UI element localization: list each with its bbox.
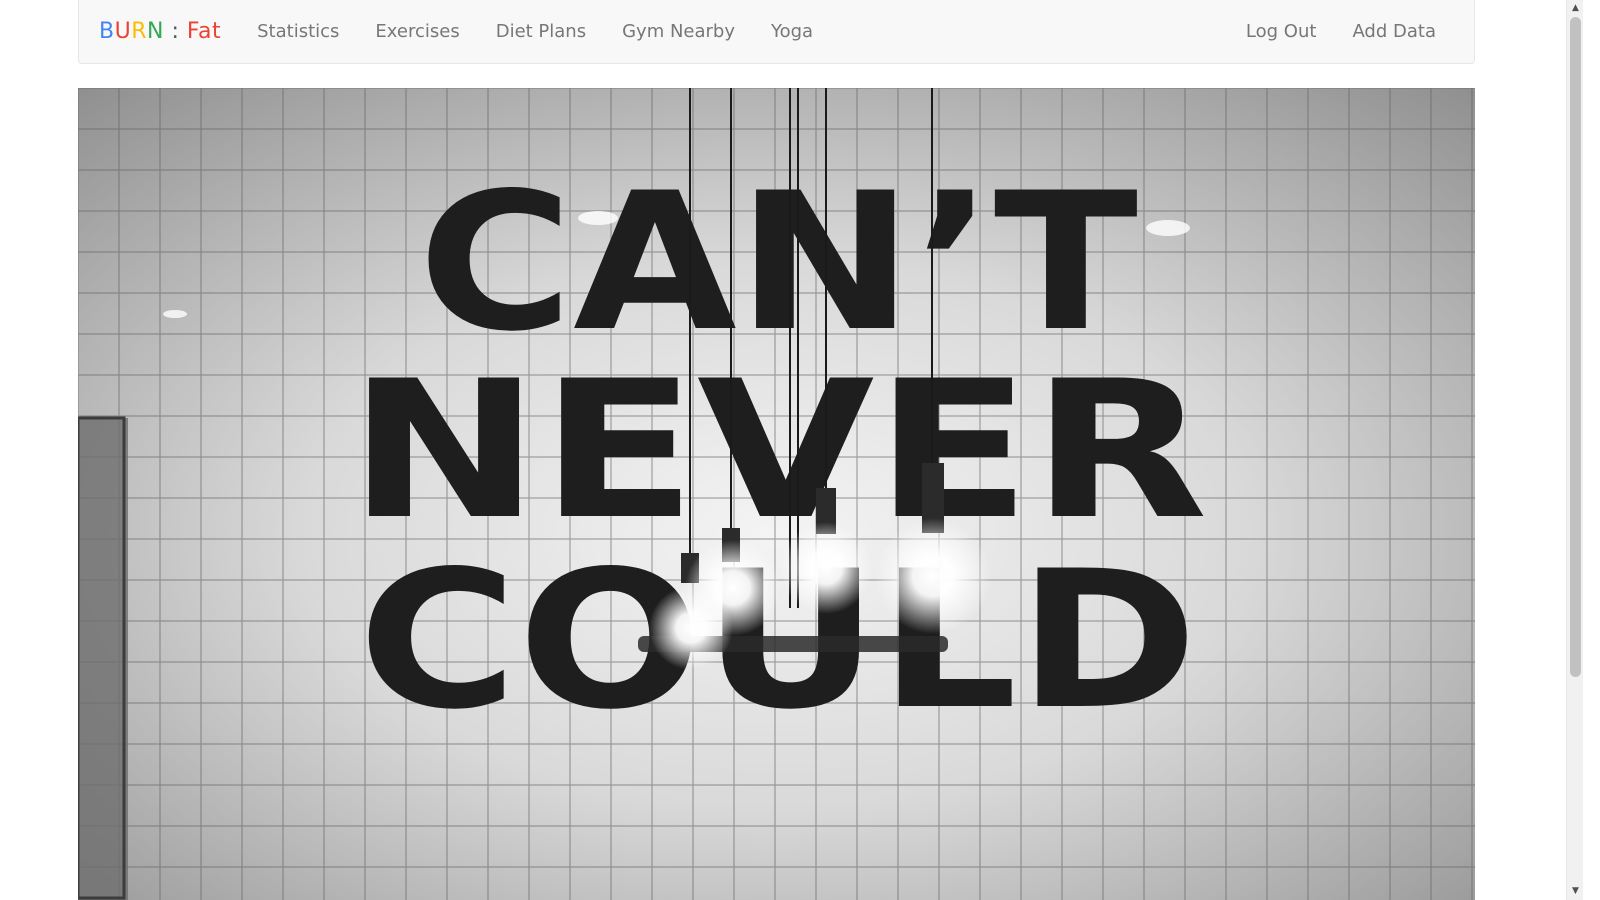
page: BURN : Fat Statistics Exercises Diet Pla…: [0, 0, 1583, 900]
hero-line-2: NEVER: [348, 340, 1208, 561]
brand-letter-r: R: [131, 19, 147, 44]
scroll-thumb[interactable]: [1570, 17, 1581, 677]
nav-link-log-out[interactable]: Log Out: [1228, 1, 1335, 63]
scroll-up-icon[interactable]: ▲: [1567, 0, 1584, 17]
brand-letter-b: B: [99, 19, 115, 44]
nav-right-group: Log Out Add Data: [1228, 1, 1454, 63]
brand-separator: :: [163, 19, 187, 44]
hero-image: CAN’T NEVER COULD: [78, 88, 1475, 900]
door-frame: [78, 418, 128, 900]
top-navbar: BURN : Fat Statistics Exercises Diet Pla…: [78, 0, 1475, 64]
nav-link-gym-nearby[interactable]: Gym Nearby: [604, 1, 753, 63]
nav-link-exercises[interactable]: Exercises: [357, 1, 477, 63]
nav-link-yoga[interactable]: Yoga: [753, 1, 831, 63]
page-scrollbar[interactable]: ▲ ▼: [1566, 0, 1583, 900]
brand-logo[interactable]: BURN : Fat: [99, 19, 221, 44]
wall-lettering: CAN’T NEVER COULD: [348, 152, 1208, 751]
nav-left-group: Statistics Exercises Diet Plans Gym Near…: [239, 1, 831, 63]
brand-letter-u: U: [114, 19, 132, 44]
nav-link-diet-plans[interactable]: Diet Plans: [478, 1, 604, 63]
brand-word-fat: Fat: [186, 19, 222, 44]
nav-link-add-data[interactable]: Add Data: [1334, 1, 1454, 63]
nav-link-statistics[interactable]: Statistics: [239, 1, 357, 63]
scroll-down-icon[interactable]: ▼: [1567, 883, 1584, 900]
brand-letter-n: N: [147, 19, 164, 44]
hero-photo-wall: CAN’T NEVER COULD: [78, 88, 1475, 900]
